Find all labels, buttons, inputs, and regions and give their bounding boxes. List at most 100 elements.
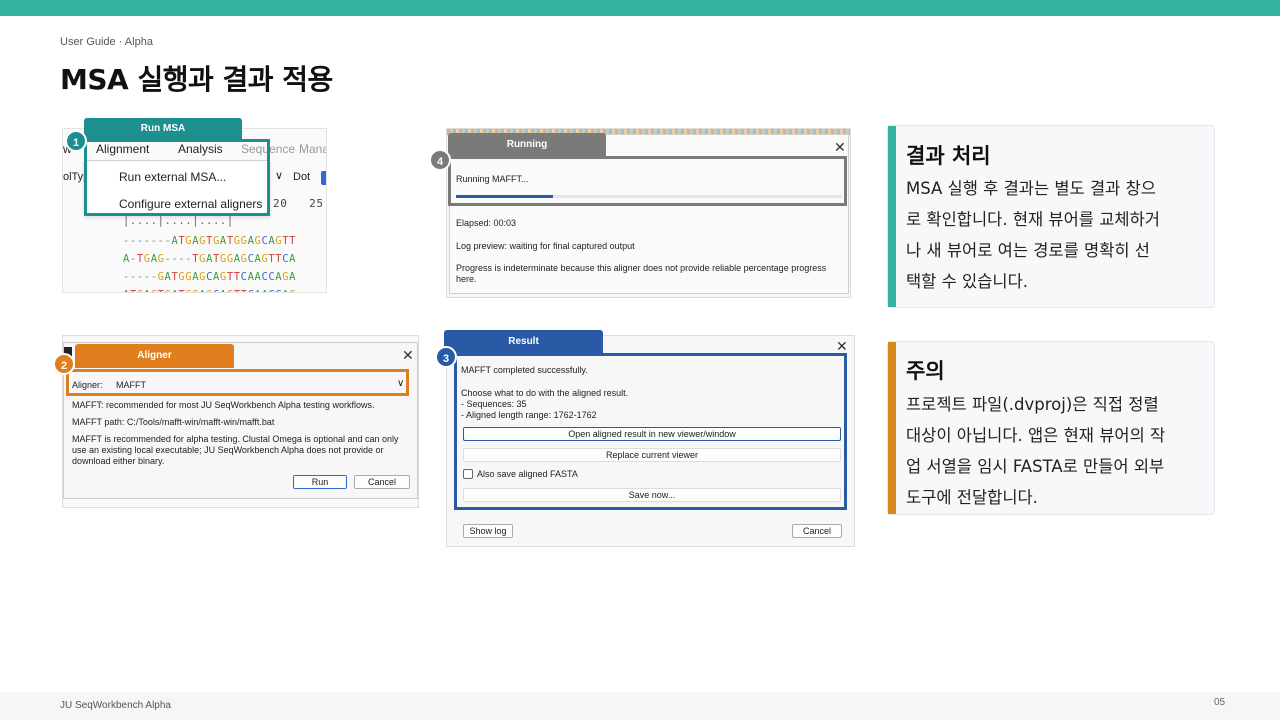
nucleotide: T xyxy=(136,253,144,265)
card-accent xyxy=(888,126,896,307)
nucleotide: C xyxy=(247,253,255,265)
ruler: 20 25 xyxy=(273,197,324,210)
nucleotide: T xyxy=(130,289,137,292)
close-icon[interactable]: ✕ xyxy=(834,139,846,156)
nucleotide: - xyxy=(136,235,144,247)
nucleotide: T xyxy=(234,289,241,292)
nucleotide: C xyxy=(213,289,220,292)
nucleotide: G xyxy=(219,271,227,283)
card-body: MSA 실행 후 결과는 별도 결과 창으 로 확인합니다. 현재 뷰어를 교체… xyxy=(906,173,1211,297)
nucleotide: - xyxy=(150,271,158,283)
nucleotide: T xyxy=(212,253,220,265)
show-log-button[interactable]: Show log xyxy=(463,524,513,538)
page-number: 05 xyxy=(1214,697,1226,708)
close-icon[interactable]: ✕ xyxy=(402,347,414,364)
nucleotide: - xyxy=(123,235,130,247)
top-accent-bar xyxy=(0,0,1280,16)
nucleotide: G xyxy=(227,289,234,292)
nucleotide: A xyxy=(206,253,213,265)
nucleotide: A xyxy=(144,289,151,292)
card-line: 나 새 뷰어로 여는 경로를 명확히 선 xyxy=(906,241,1150,260)
menu-manage[interactable]: Mana xyxy=(299,142,326,156)
nucleotide: - xyxy=(143,235,151,247)
chevron-down-icon[interactable]: ∨ xyxy=(275,169,283,182)
nucleotide: G xyxy=(240,235,248,247)
nucleotide: - xyxy=(136,271,144,283)
card-title: 주의 xyxy=(906,359,945,383)
caution-card: 주의 프로젝트 파일(.dvproj)은 직접 정렬 대상이 아닙니다. 앱은 … xyxy=(887,341,1215,515)
card-line: 업 서열을 임시 FASTA로 만들어 외부 xyxy=(906,457,1165,476)
nucleotide: G xyxy=(143,253,151,265)
footer-label: JU SeqWorkbench Alpha xyxy=(60,700,171,711)
nucleotide: T xyxy=(233,271,241,283)
aligner-note: MAFFT is recommended for alpha testing. … xyxy=(72,434,399,466)
nucleotide: C xyxy=(206,271,213,283)
card-line: 택할 수 있습니다. xyxy=(906,272,1028,291)
nucleotide: A xyxy=(289,253,297,265)
step1-highlight xyxy=(84,139,270,216)
nucleotide: A xyxy=(220,289,227,292)
nucleotide: T xyxy=(226,235,234,247)
nucleotide: G xyxy=(157,253,165,265)
step2-badge: 2 xyxy=(53,353,75,375)
nucleotide: A xyxy=(150,253,158,265)
nucleotide: G xyxy=(240,253,248,265)
step3-highlight xyxy=(454,353,847,510)
step3-tab: Result xyxy=(444,330,603,354)
nucleotide: A xyxy=(123,289,130,292)
nucleotide: A xyxy=(247,235,255,247)
sequence-row: A-TGAG----TGATGGAGCAGTTCA xyxy=(123,253,296,265)
nucleotide: G xyxy=(226,253,234,265)
nucleotide: G xyxy=(219,253,227,265)
footer-bar xyxy=(0,692,1280,720)
run-button[interactable]: Run xyxy=(293,475,347,489)
aligner-path: MAFFT path: C:/Tools/mafft-win/mafft-win… xyxy=(72,417,275,427)
nucleotide: A xyxy=(247,271,255,283)
step4-tab: Running xyxy=(448,133,606,157)
sequence-row: -----GATGGAGCAGTTCAACCAGA xyxy=(123,271,296,283)
aligner-description: MAFFT: recommended for most JU SeqWorkbe… xyxy=(72,400,375,410)
nucleotide: - xyxy=(157,235,165,247)
nucleotide: G xyxy=(206,289,213,292)
nucleotide: A xyxy=(289,271,297,283)
nucleotide: - xyxy=(129,253,137,265)
nucleotide: T xyxy=(158,289,165,292)
progress-note: Progress is indeterminate because this a… xyxy=(456,263,827,284)
nucleotide: T xyxy=(226,271,234,283)
card-line: MSA 실행 후 결과는 별도 결과 창으 xyxy=(906,179,1156,198)
nucleotide: G xyxy=(157,271,165,283)
nucleotide: G xyxy=(151,289,158,292)
step3-badge: 3 xyxy=(435,346,457,368)
nucleotide: - xyxy=(123,271,130,283)
nucleotide: G xyxy=(137,289,144,292)
nucleotide: T xyxy=(206,235,213,247)
card-line: 도구에 전달합니다. xyxy=(906,488,1038,507)
cancel-button[interactable]: Cancel xyxy=(792,524,842,538)
step4-badge: 4 xyxy=(429,149,451,171)
step4-highlight xyxy=(448,156,847,206)
result-handling-card: 결과 처리 MSA 실행 후 결과는 별도 결과 창으 로 확인합니다. 현재 … xyxy=(887,125,1215,308)
nucleotide: A xyxy=(219,235,227,247)
nucleotide: A xyxy=(233,253,241,265)
toolbar-dot-label: Dot xyxy=(293,171,311,183)
card-title: 결과 처리 xyxy=(906,144,991,168)
sequence-row: -------ATGAGTGATGGAGCAGTT xyxy=(123,235,296,247)
nucleotide: G xyxy=(233,235,241,247)
card-line: 로 확인합니다. 현재 뷰어를 교체하거 xyxy=(906,210,1160,229)
nucleotide: T xyxy=(241,289,248,292)
nucleotide: A xyxy=(212,271,220,283)
card-line: 프로젝트 파일(.dvproj)은 직접 정렬 xyxy=(906,395,1159,414)
step1-tab: Run MSA xyxy=(84,118,242,140)
cancel-button[interactable]: Cancel xyxy=(354,475,410,489)
eyebrow-label: User Guide · Alpha xyxy=(60,36,153,48)
step2-tab: Aligner xyxy=(75,344,234,368)
toolbar-toggle[interactable] xyxy=(321,171,326,185)
nucleotide: - xyxy=(129,235,137,247)
nucleotide: G xyxy=(289,289,296,292)
nucleotide: T xyxy=(289,235,297,247)
card-body: 프로젝트 파일(.dvproj)은 직접 정렬 대상이 아닙니다. 앱은 현재 … xyxy=(906,389,1211,513)
card-accent xyxy=(888,342,896,514)
nucleotide: C xyxy=(248,289,255,292)
elapsed-text: Elapsed: 00:03 xyxy=(456,218,517,228)
step1-badge: 1 xyxy=(65,130,87,152)
